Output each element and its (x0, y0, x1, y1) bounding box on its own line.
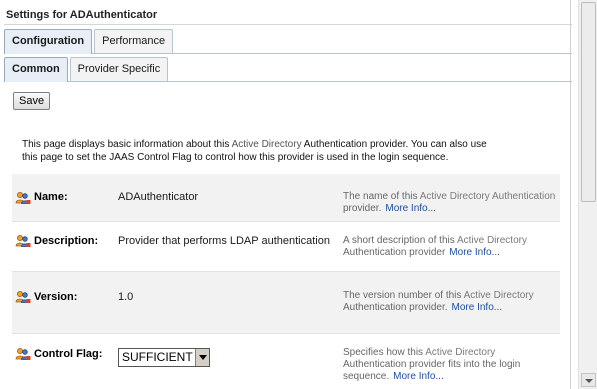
more-info-link-control-flag[interactable]: More Info... (393, 371, 444, 382)
intro-text-2: this page to set the JAAS Control Flag t… (22, 152, 449, 163)
page-title: Settings for ADAuthenticator (6, 9, 158, 21)
intro-text-1a: This page displays basic information abo… (22, 139, 232, 150)
help-text: Authentication provider (343, 247, 446, 258)
field-help-control-flag: Specifies how this Active Directory Auth… (343, 347, 558, 383)
control-flag-value: SUFFICIENT (122, 350, 193, 364)
people-settings-icon (15, 192, 31, 204)
more-info-link-name[interactable]: More Info... (385, 203, 436, 214)
help-highlight: Active Directory Authentication (419, 191, 556, 202)
help-text: Authentication provider fits into the lo… (343, 359, 521, 370)
field-row-control-flag: Control Flag: SUFFICIENT Specifies how t… (12, 334, 560, 389)
field-label-control-flag: Control Flag: (34, 348, 103, 360)
help-text: The name of this (343, 191, 420, 202)
intro-highlight: Active Directory (231, 139, 302, 150)
field-label-version: Version: (34, 291, 78, 303)
people-settings-icon (15, 348, 31, 360)
title-divider (4, 24, 572, 25)
field-row-description: Description: Provider that performs LDAP… (12, 222, 560, 272)
more-info-link-version[interactable]: More Info... (452, 302, 503, 313)
tab-common[interactable]: Common (4, 57, 68, 82)
tab-performance[interactable]: Performance (94, 29, 174, 53)
page-description: This page displays basic information abo… (22, 138, 542, 164)
field-label-name: Name: (34, 191, 68, 203)
save-button[interactable]: Save (13, 92, 51, 110)
help-text: The version number of this (343, 290, 464, 301)
help-text: A short description of this (343, 235, 457, 246)
control-flag-select[interactable]: SUFFICIENT (118, 348, 210, 367)
help-highlight: Active Directory (425, 347, 496, 358)
people-settings-icon (15, 291, 31, 303)
scroll-down-arrow-icon[interactable] (581, 373, 596, 387)
field-row-name: Name: ADAuthenticator The name of this A… (12, 174, 560, 222)
field-value-version: 1.0 (118, 291, 134, 303)
more-info-link-description[interactable]: More Info... (449, 247, 500, 258)
help-text: provider. (343, 203, 382, 214)
tab-configuration[interactable]: Configuration (4, 29, 93, 54)
scrollbar-thumb[interactable] (581, 2, 596, 202)
field-help-description: A short description of this Active Direc… (343, 235, 558, 259)
intro-text-1b: Authentication provider. You can also us… (301, 139, 487, 150)
settings-panel: Settings for ADAuthenticator Configurati… (0, 0, 578, 389)
chevron-down-icon[interactable] (195, 349, 209, 366)
help-highlight: Active Directory (463, 290, 534, 301)
field-row-version: Version: 1.0 The version number of this … (12, 272, 560, 334)
help-highlight: Active Directory (456, 235, 527, 246)
primary-tabs: Configuration Performance (4, 28, 572, 54)
field-label-description: Description: (34, 235, 99, 247)
help-text: Specifies how this (343, 347, 426, 358)
help-text: sequence. (343, 371, 390, 382)
tab-provider-specific[interactable]: Provider Specific (69, 57, 169, 81)
field-help-version: The version number of this Active Direct… (343, 290, 558, 314)
secondary-tabs: Common Provider Specific (4, 56, 572, 82)
help-text: Authentication provider. (343, 302, 448, 313)
panel-edge (570, 0, 571, 389)
people-settings-icon (15, 235, 31, 247)
field-value-name: ADAuthenticator (118, 191, 199, 203)
vertical-scrollbar[interactable] (578, 0, 597, 389)
toolbar: Save (4, 83, 572, 117)
field-value-description: Provider that performs LDAP authenticati… (118, 235, 330, 247)
field-help-name: The name of this Active Directory Authen… (343, 191, 558, 215)
